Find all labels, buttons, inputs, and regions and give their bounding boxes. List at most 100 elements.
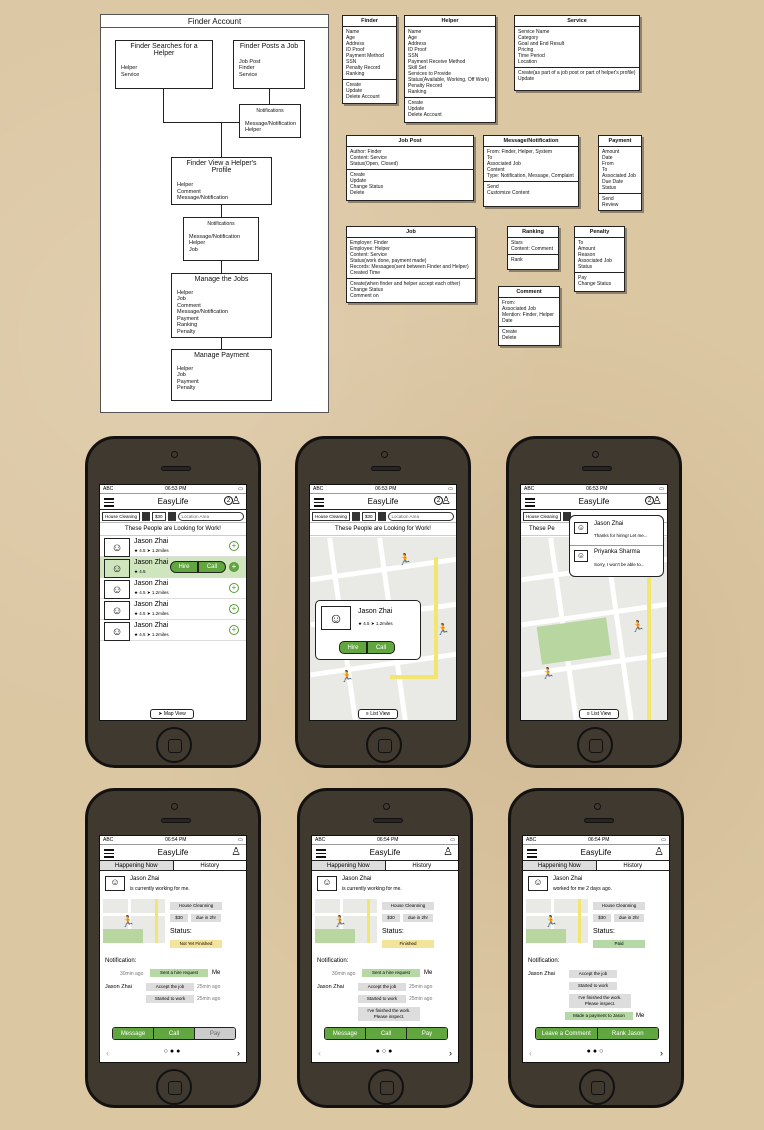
messages-popup[interactable]: ☺ Jason Zhai Thanks for hiring! Let me..… [569, 515, 664, 577]
call-button[interactable]: Call [367, 641, 395, 654]
user-icon[interactable]: ♙ [231, 496, 241, 507]
message-button[interactable]: Message [113, 1028, 154, 1039]
list-item[interactable]: ☺ Jason Zhai ★ 4.5 ➤ 1.2miles + [100, 536, 246, 557]
avatar: ☺ [321, 606, 351, 630]
add-icon[interactable]: + [229, 625, 239, 635]
mini-map[interactable]: 🏃 [526, 899, 588, 943]
add-icon[interactable]: + [229, 604, 239, 614]
list-item[interactable]: ☺ Jason Zhai ★ 4.5 ➤ 1.2miles + [100, 578, 246, 599]
status-label: Status: [170, 928, 192, 935]
home-button[interactable] [577, 727, 613, 763]
clock: 06:53 PM [165, 486, 187, 492]
service-dropdown[interactable]: House Cleaning [102, 511, 141, 521]
helper-marker-icon[interactable]: 🏃 [436, 625, 450, 636]
hire-button[interactable]: Hire [339, 641, 367, 654]
speaker-icon [582, 466, 612, 471]
pay-button[interactable]: Pay [195, 1028, 235, 1039]
entity-operations: Send Review [599, 194, 641, 210]
list-view-button[interactable]: ≡ List View [358, 709, 398, 719]
user-icon[interactable]: ♙ [231, 847, 241, 858]
user-icon[interactable]: ♙ [654, 847, 664, 858]
map-view-button[interactable]: ➤ Map View [150, 709, 194, 719]
mini-map[interactable]: 🏃 [315, 899, 377, 943]
next-arrow-icon[interactable]: › [237, 1048, 240, 1058]
message-button[interactable]: Message [325, 1028, 366, 1039]
tab-history[interactable]: History [174, 861, 247, 870]
box-title: Finder Searches for a Helper [130, 43, 198, 57]
helper-popup[interactable]: ☺ Jason Zhai ★ 4.5 ➤ 1.2miles Hire Call [315, 600, 421, 660]
location-search-input[interactable]: Location Area [387, 511, 454, 521]
helper-rating: ★ 4.5 [134, 569, 146, 574]
call-button[interactable]: Call [366, 1028, 407, 1039]
chevron-down-icon[interactable] [377, 511, 386, 521]
helper-marker-icon[interactable]: 🏃 [631, 622, 645, 633]
menu-icon[interactable] [104, 498, 114, 509]
menu-icon[interactable] [104, 849, 114, 860]
avatar: ☺ [104, 559, 130, 578]
pay-button[interactable]: Pay [407, 1028, 447, 1039]
chevron-down-icon[interactable] [167, 511, 176, 521]
price-dropdown[interactable]: $30 [362, 511, 376, 521]
list-item[interactable]: ☺ Jason Zhai ★ 4.5 ➤ 1.2miles + [100, 620, 246, 641]
list-item-selected[interactable]: ☺ Jason Zhai ★ 4.5 Hire Call + [100, 557, 246, 578]
menu-icon[interactable] [527, 849, 537, 860]
tab-happening-now[interactable]: Happening Now [100, 861, 174, 870]
tab-happening-now[interactable]: Happening Now [312, 861, 386, 870]
speaker-icon [584, 818, 614, 823]
entity-title: Comment [499, 287, 559, 298]
helper-marker-icon[interactable]: 🏃 [541, 669, 555, 680]
user-icon[interactable]: ♙ [443, 847, 453, 858]
menu-icon[interactable] [314, 498, 324, 509]
timestamp: 30min ago [332, 971, 356, 977]
user-icon[interactable]: ♙ [652, 496, 662, 507]
job-summary: worked for me 2 days ago. [553, 886, 612, 892]
connector [221, 261, 222, 273]
location-search-input[interactable]: Location Area [177, 511, 244, 521]
service-dropdown[interactable]: House Cleaning [523, 511, 562, 521]
phone-list-view: ABC 06:53 PM ▭ EasyLife 2 ♙ House Cleaning… [85, 436, 261, 768]
entity-fields: Service Name Category Goal and End Result P… [515, 27, 639, 68]
chevron-down-icon[interactable] [352, 511, 361, 521]
nav-bar: EasyLife ♙ [312, 845, 458, 861]
hire-button[interactable]: Hire [170, 561, 198, 573]
flow-box-payment: Manage Payment Helper Job Payment Penalt… [171, 349, 272, 401]
home-button[interactable] [156, 727, 192, 763]
page-dots: ○●● [163, 1048, 183, 1055]
user-icon[interactable]: ♙ [441, 496, 451, 507]
service-dropdown[interactable]: House Cleaning [312, 511, 351, 521]
helper-marker-icon[interactable]: 🏃 [340, 672, 354, 683]
box-item: Service [121, 71, 140, 78]
add-icon[interactable]: + [229, 583, 239, 593]
call-button[interactable]: Call [198, 561, 226, 573]
add-icon[interactable]: + [229, 541, 239, 551]
call-button[interactable]: Call [154, 1028, 195, 1039]
app-title: EasyLife [578, 497, 610, 506]
tab-history[interactable]: History [597, 861, 670, 870]
flow-box-search: Finder Searches for a Helper Helper Serv… [115, 40, 213, 89]
status-bar: ABC 06:53 PM ▭ [521, 485, 667, 494]
next-arrow-icon[interactable]: › [449, 1048, 452, 1058]
price-dropdown[interactable]: $30 [152, 511, 166, 521]
mini-map[interactable]: 🏃 [103, 899, 165, 943]
tab-happening-now[interactable]: Happening Now [523, 861, 597, 870]
list-view-button[interactable]: ≡ List View [579, 709, 619, 719]
tab-history[interactable]: History [386, 861, 459, 870]
camera-icon [171, 451, 178, 458]
list-item[interactable]: ☺ Jason Zhai ★ 4.5 ➤ 1.2miles + [100, 599, 246, 620]
menu-icon[interactable] [525, 498, 535, 509]
home-button[interactable] [156, 1069, 192, 1105]
menu-icon[interactable] [316, 849, 326, 860]
entity-service: Service Service Name Category Goal and End … [514, 15, 640, 91]
leave-comment-button[interactable]: Leave a Comment [536, 1028, 598, 1039]
home-button[interactable] [366, 727, 402, 763]
home-button[interactable] [368, 1069, 404, 1105]
sender-label: Me [424, 970, 433, 976]
next-arrow-icon[interactable]: › [660, 1048, 663, 1058]
home-button[interactable] [579, 1069, 615, 1105]
helper-marker-icon[interactable]: 🏃 [398, 555, 412, 566]
entity-operation: Delete [502, 335, 517, 341]
rank-button[interactable]: Rank Jason [597, 1028, 658, 1039]
chevron-down-icon[interactable] [142, 511, 151, 521]
add-icon[interactable]: + [229, 562, 239, 572]
sender-label: Jason Zhai [105, 984, 132, 990]
